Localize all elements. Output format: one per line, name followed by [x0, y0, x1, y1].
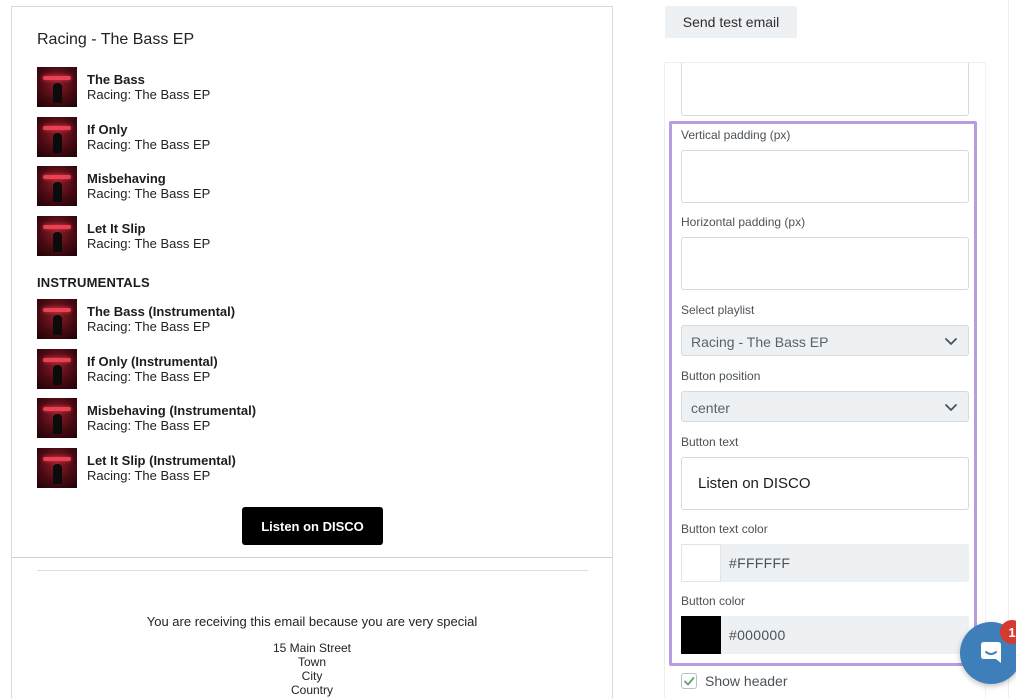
track-album: Racing: The Bass EP — [87, 418, 211, 433]
track-name: Misbehaving — [87, 171, 166, 186]
show-header-checkbox[interactable] — [681, 673, 697, 689]
album-art — [37, 117, 77, 157]
track-item[interactable]: Misbehaving Racing: The Bass EP — [37, 166, 437, 206]
track-album: Racing: The Bass EP — [87, 319, 211, 334]
playlist-title: Racing - The Bass EP — [37, 31, 195, 48]
track-album: Racing: The Bass EP — [87, 186, 211, 201]
album-art — [37, 448, 77, 488]
selection-highlight — [669, 121, 977, 666]
track-album: Racing: The Bass EP — [87, 137, 211, 152]
track-name: Let It Slip — [87, 221, 146, 236]
track-name: The Bass — [87, 72, 145, 87]
album-art — [37, 216, 77, 256]
section-heading: INSTRUMENTALS — [37, 275, 150, 290]
album-art — [37, 349, 77, 389]
previous-field-input[interactable] — [681, 63, 969, 116]
track-item[interactable]: If Only Racing: The Bass EP — [37, 117, 437, 157]
show-header-label: Show header — [705, 673, 788, 689]
track-item[interactable]: The Bass (Instrumental) Racing: The Bass… — [37, 299, 437, 339]
track-name: Misbehaving (Instrumental) — [87, 403, 257, 418]
address-line: 15 Main Street — [272, 641, 352, 655]
address-line: City — [301, 669, 323, 683]
track-album: Racing: The Bass EP — [87, 468, 211, 483]
track-item[interactable]: If Only (Instrumental) Racing: The Bass … — [37, 349, 437, 389]
chat-bubble-icon — [981, 642, 1001, 663]
address-line: Country — [290, 683, 334, 697]
checkmark-icon — [684, 677, 695, 686]
track-album: Racing: The Bass EP — [87, 236, 211, 251]
divider — [12, 557, 612, 558]
album-art — [37, 299, 77, 339]
track-album: Racing: The Bass EP — [87, 87, 211, 102]
listen-on-disco-button[interactable]: Listen on DISCO — [242, 507, 383, 545]
album-art — [37, 166, 77, 206]
track-name: If Only (Instrumental) — [87, 354, 218, 369]
track-item[interactable]: Misbehaving (Instrumental) Racing: The B… — [37, 398, 437, 438]
email-preview: Racing - The Bass EP The Bass Racing: Th… — [11, 6, 613, 698]
divider — [37, 570, 588, 571]
track-item[interactable]: Let It Slip (Instrumental) Racing: The B… — [37, 448, 437, 488]
track-album: Racing: The Bass EP — [87, 369, 211, 384]
panel-edge — [1008, 0, 1009, 698]
footer-message: You are receiving this email because you… — [146, 614, 478, 629]
track-name: Let It Slip (Instrumental) — [87, 453, 236, 468]
send-test-email-button[interactable]: Send test email — [665, 6, 797, 38]
track-name: The Bass (Instrumental) — [87, 304, 236, 319]
address-line: Town — [297, 655, 326, 669]
album-art — [37, 398, 77, 438]
track-name: If Only — [87, 122, 128, 137]
album-art — [37, 67, 77, 107]
track-item[interactable]: The Bass Racing: The Bass EP — [37, 67, 437, 107]
track-item[interactable]: Let It Slip Racing: The Bass EP — [37, 216, 437, 256]
